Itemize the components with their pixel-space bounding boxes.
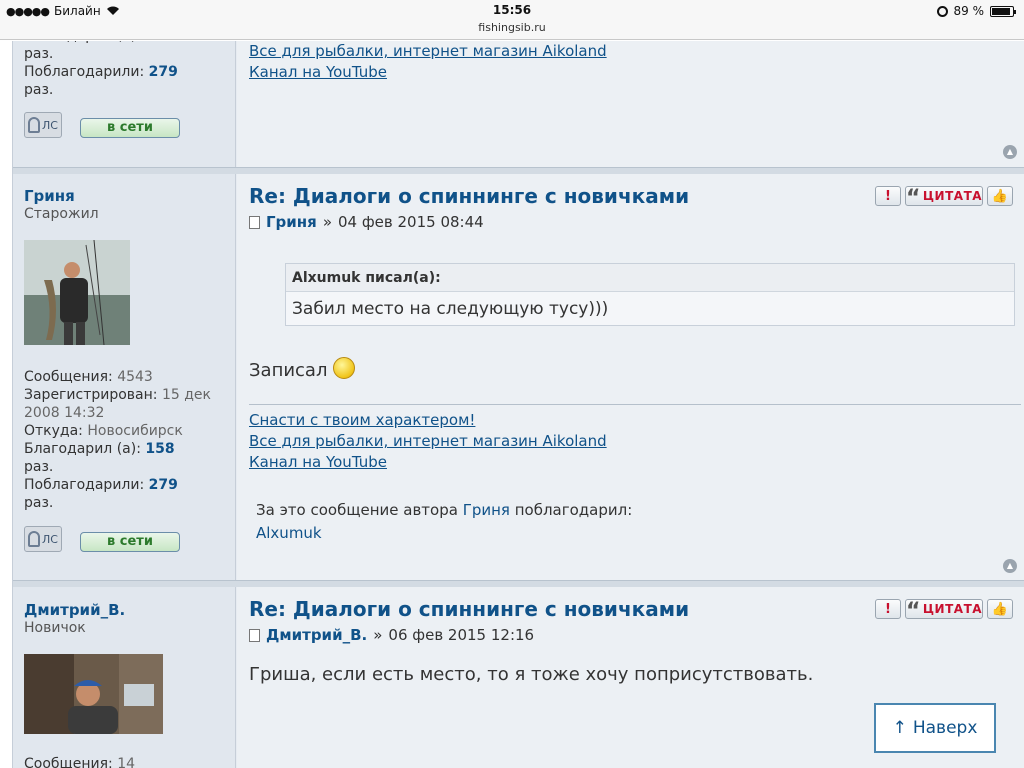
address-bar[interactable]: fishingsib.ru: [0, 21, 1024, 34]
post-author-column: Гриня Старожил Сообщения: 4543 Зарегистр…: [13, 174, 236, 580]
quote-text: Забил место на следующую тусу))): [292, 299, 609, 319]
author-rank: Новичок: [24, 620, 86, 636]
back-to-top-label: Наверх: [912, 718, 978, 738]
back-to-top-button[interactable]: ↑ Наверх: [874, 703, 996, 753]
post-date: 04 фев 2015 08:44: [338, 213, 484, 231]
report-button[interactable]: !: [875, 186, 901, 206]
report-button[interactable]: !: [875, 599, 901, 619]
signature-link-youtube[interactable]: Канал на YouTube: [249, 452, 607, 473]
signature-link-shop[interactable]: Все для рыбалки, интернет магазин Aikola…: [249, 41, 607, 62]
post-dmitriy: Дмитрий_В. Новичок Сообщения: 14 Re: Диа…: [13, 587, 1024, 768]
online-status-button[interactable]: в сети: [80, 532, 180, 552]
signature: Снасти с твоим характером! Все для рыбал…: [249, 410, 607, 473]
quote-label: ЦИТАТА: [922, 189, 983, 203]
quote-mark-icon: “: [905, 599, 921, 624]
back-to-top-icon[interactable]: ▲: [1003, 559, 1017, 573]
signature: Все для рыбалки, интернет магазин Aikola…: [249, 41, 607, 83]
stat-thanked-suffix: раз.: [24, 46, 54, 62]
meta-separator: »: [322, 213, 332, 231]
author-stats: Сообщения: 4543 Зарегистрирован: 15 дек …: [24, 368, 224, 512]
author-stats: Сообщения: 14: [24, 755, 224, 768]
author-rank: Старожил: [24, 206, 99, 222]
user-icon: [28, 117, 41, 133]
stat-thanked-by: Поблагодарили: 279: [24, 477, 178, 493]
author-name[interactable]: Гриня: [24, 187, 75, 205]
post-text: Записал: [249, 357, 356, 381]
battery-level: [992, 7, 1010, 15]
post-meta: Дмитрий_В. » 06 фев 2015 12:16: [249, 626, 534, 644]
wink-smiley-icon: [333, 357, 356, 379]
signature-link-tackle[interactable]: Снасти с твоим характером!: [249, 410, 607, 431]
signature-link-shop[interactable]: Все для рыбалки, интернет магазин Aikola…: [249, 431, 607, 452]
post-icon[interactable]: [249, 628, 260, 642]
author-avatar[interactable]: [24, 240, 130, 345]
thanks-block: За это сообщение автора Гриня поблагодар…: [256, 499, 632, 545]
pm-label: ЛС: [42, 532, 58, 546]
thanks-suffix: поблагодарил:: [514, 501, 633, 519]
quote-block: Alxumuk писал(а): Забил место на следующ…: [285, 263, 1015, 326]
stat-thanked-by-suffix: раз.: [24, 495, 54, 511]
clock: 15:56: [492, 3, 532, 17]
pm-button[interactable]: ЛС: [24, 526, 62, 552]
post-text-content: Записал: [249, 360, 328, 381]
post-body-column: Re: Диалоги о спиннинге с новичками ! “Ц…: [237, 174, 1024, 580]
post-grinya: Гриня Старожил Сообщения: 4543 Зарегистр…: [13, 174, 1024, 581]
arrow-up-icon: ↑: [892, 718, 907, 738]
post-author-link[interactable]: Дмитрий_В.: [266, 626, 367, 644]
author-avatar[interactable]: [24, 654, 163, 734]
meta-separator: »: [373, 626, 383, 644]
signature-divider: [249, 404, 1021, 405]
battery-percent: 89 %: [953, 4, 985, 18]
rotation-lock-icon: [936, 5, 948, 17]
thumbs-up-icon[interactable]: 👍: [987, 599, 1013, 619]
author-name[interactable]: Дмитрий_В.: [24, 601, 125, 619]
back-to-top-icon[interactable]: ▲: [1003, 145, 1017, 159]
quote-label: ЦИТАТА: [922, 602, 983, 616]
thumbs-up-icon[interactable]: 👍: [987, 186, 1013, 206]
stat-registered: Зарегистрирован: 15 дек 2008 14:32: [24, 387, 211, 421]
post-title[interactable]: Re: Диалоги о спиннинге с новичками: [249, 597, 689, 621]
stat-thanked: Благодарил (а): 158: [24, 441, 175, 457]
battery-icon: [990, 5, 1016, 17]
stat-from: Откуда: Новосибирск: [24, 423, 183, 439]
post-date: 06 фев 2015 12:16: [388, 626, 535, 644]
status-bar: ●●●●● Билайн 15:56 fishingsib.ru 89 %: [0, 0, 1024, 40]
stat-thanked-suffix: раз.: [24, 459, 54, 475]
post-icon[interactable]: [249, 215, 260, 229]
quote-header: Alxumuk писал(а):: [286, 264, 1014, 292]
post-title[interactable]: Re: Диалоги о спиннинге с новичками: [249, 184, 689, 208]
thanks-user-link[interactable]: Alxumuk: [256, 522, 632, 545]
post-buttons: ! “ЦИТАТА 👍: [875, 186, 1013, 211]
post-buttons: ! “ЦИТАТА 👍: [875, 599, 1013, 624]
stat-thanked-by-suffix: раз.: [24, 82, 54, 98]
post-previous: Благодарил (а): 158 раз. Поблагодарили: …: [13, 41, 1024, 168]
pm-label: ЛС: [42, 118, 58, 132]
post-meta: Гриня » 04 фев 2015 08:44: [249, 213, 484, 231]
post-body-column: Все для рыбалки, интернет магазин Aikola…: [237, 41, 1024, 167]
post-author-column: Благодарил (а): 158 раз. Поблагодарили: …: [13, 41, 236, 167]
forum-topic: Благодарил (а): 158 раз. Поблагодарили: …: [12, 41, 1024, 768]
thanks-author[interactable]: Гриня: [463, 501, 510, 519]
post-text: Гриша, если есть место, то я тоже хочу п…: [249, 664, 814, 685]
thanks-line: За это сообщение автора Гриня поблагодар…: [256, 499, 632, 522]
stat-messages: Сообщения: 4543: [24, 369, 153, 385]
signature-link-youtube[interactable]: Канал на YouTube: [249, 62, 607, 83]
stat-messages: Сообщения: 14: [24, 756, 136, 768]
pm-button[interactable]: ЛС: [24, 112, 62, 138]
quote-button[interactable]: “ЦИТАТА: [905, 186, 983, 211]
user-icon: [28, 531, 41, 547]
stat-thanked-by: Поблагодарили: 279: [24, 64, 178, 80]
post-author-link[interactable]: Гриня: [266, 213, 317, 231]
thanks-prefix: За это сообщение автора: [256, 501, 458, 519]
quote-mark-icon: “: [905, 186, 921, 211]
post-author-column: Дмитрий_В. Новичок Сообщения: 14: [13, 587, 236, 768]
status-right: 89 %: [936, 4, 1016, 18]
quote-button[interactable]: “ЦИТАТА: [905, 599, 983, 624]
online-status-button[interactable]: в сети: [80, 118, 180, 138]
author-stats: Благодарил (а): 158 раз. Поблагодарили: …: [24, 41, 224, 99]
